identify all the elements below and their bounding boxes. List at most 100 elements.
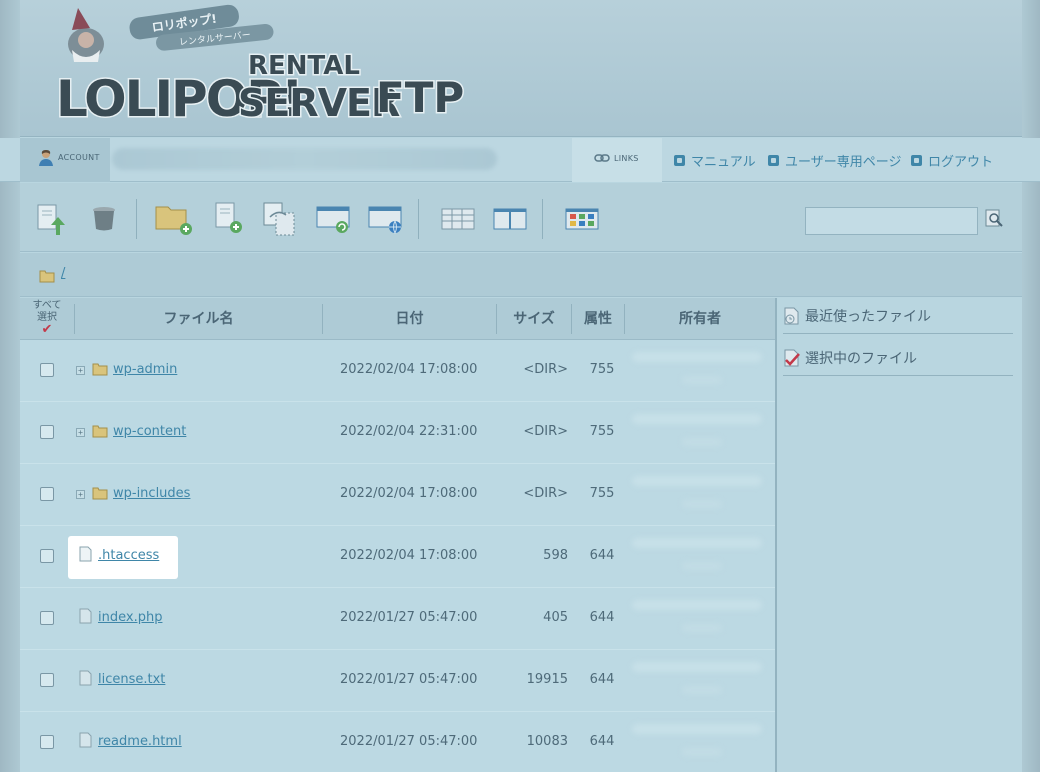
file-size: <DIR> [523, 486, 568, 501]
row-checkbox[interactable] [40, 735, 54, 749]
select-all-label: すべて 選択 [32, 300, 62, 323]
folder-icon [92, 425, 108, 438]
file-owner-redacted [632, 532, 772, 582]
user-page-link-label: ユーザー専用ページ [785, 155, 902, 170]
file-attr[interactable]: 644 [582, 734, 622, 749]
file-date: 2022/02/04 17:08:00 [340, 362, 478, 377]
checkmark-icon: ✔ [41, 322, 53, 337]
selected-files-item[interactable]: 選択中のファイル [783, 340, 1013, 376]
copy-icon[interactable] [262, 201, 298, 237]
column-header-owner[interactable]: 所有者 [625, 298, 775, 340]
file-icon [79, 546, 92, 562]
new-file-icon[interactable] [212, 201, 248, 237]
file-name-link[interactable]: wp-admin [113, 362, 177, 377]
file-attr[interactable]: 755 [582, 362, 622, 377]
recent-file-icon [784, 307, 799, 324]
toolbar-separator [136, 199, 137, 239]
move-icon[interactable] [316, 201, 352, 237]
table-row[interactable]: license.txt 2022/01/27 05:47:00 19915 64… [20, 650, 775, 712]
file-name-link[interactable]: license.txt [98, 672, 165, 687]
file-size: <DIR> [523, 424, 568, 439]
file-name-link[interactable]: .htaccess [98, 548, 159, 563]
table-row[interactable]: index.php 2022/01/27 05:47:00 405 644 [20, 588, 775, 650]
file-owner-redacted [632, 408, 772, 458]
row-checkbox[interactable] [40, 611, 54, 625]
column-header-size[interactable]: サイズ [497, 298, 571, 340]
account-label: ACCOUNT [58, 153, 100, 162]
account-bar: ACCOUNT LINKS マニュアル ユーザー専用ページ ログアウト [0, 138, 1040, 182]
file-icon [79, 608, 92, 624]
expand-icon[interactable]: + [76, 490, 85, 499]
table-row[interactable]: + wp-admin 2022/02/04 17:08:00 <DIR> 755 [20, 340, 775, 402]
recent-files-label: 最近使ったファイル [805, 308, 931, 325]
column-header-attr[interactable]: 属性 [572, 298, 624, 340]
upload-icon[interactable] [34, 201, 70, 237]
file-owner-redacted [632, 594, 772, 644]
expand-icon[interactable]: + [76, 428, 85, 437]
file-icon [79, 670, 92, 686]
trash-icon[interactable] [86, 201, 122, 237]
file-date: 2022/02/04 17:08:00 [340, 486, 478, 501]
file-attr[interactable]: 644 [582, 548, 622, 563]
file-owner-redacted [632, 470, 772, 520]
file-size: 598 [543, 548, 568, 563]
link-icon [594, 154, 610, 162]
row-checkbox[interactable] [40, 673, 54, 687]
column-header-date[interactable]: 日付 [323, 298, 496, 340]
row-checkbox[interactable] [40, 487, 54, 501]
new-folder-icon[interactable] [154, 201, 194, 237]
web-open-icon[interactable] [368, 201, 404, 237]
user-page-link[interactable]: ユーザー専用ページ [768, 151, 901, 170]
row-checkbox[interactable] [40, 425, 54, 439]
split-view-icon[interactable] [492, 201, 528, 237]
file-attr[interactable]: 755 [582, 486, 622, 501]
file-date: 2022/02/04 17:08:00 [340, 548, 478, 563]
logout-link-label: ログアウト [928, 155, 994, 170]
links-label: LINKS [614, 154, 639, 163]
side-panel: 最近使ったファイル 選択中のファイル [777, 298, 1022, 772]
svg-text:RENTAL: RENTAL [248, 51, 360, 81]
toolbar-separator [542, 199, 543, 239]
search-input[interactable] [805, 207, 978, 235]
folder-icon [92, 487, 108, 500]
row-checkbox[interactable] [40, 363, 54, 377]
file-name-link[interactable]: readme.html [98, 734, 182, 749]
folder-icon [92, 363, 108, 376]
expand-icon[interactable]: + [76, 366, 85, 375]
table-row[interactable]: + wp-includes 2022/02/04 17:08:00 <DIR> … [20, 464, 775, 526]
breadcrumb: / [20, 253, 1022, 297]
user-icon [39, 150, 53, 166]
right-gutter [1022, 0, 1040, 772]
file-attr[interactable]: 755 [582, 424, 622, 439]
select-all[interactable]: すべて 選択 ✔ [30, 300, 64, 336]
folder-icon [39, 270, 55, 283]
list-view-icon[interactable] [440, 201, 476, 237]
file-owner-redacted [632, 718, 772, 768]
file-name-link[interactable]: wp-includes [113, 486, 190, 501]
file-size: <DIR> [523, 362, 568, 377]
manual-link-label: マニュアル [691, 155, 756, 170]
search-icon[interactable] [985, 209, 1005, 229]
recent-files-item[interactable]: 最近使ったファイル [783, 298, 1013, 334]
grid-view-icon[interactable] [564, 201, 600, 237]
breadcrumb-path[interactable]: / [61, 266, 65, 281]
toolbar [20, 183, 1022, 252]
file-name-link[interactable]: index.php [98, 610, 162, 625]
column-header-name[interactable]: ファイル名 [75, 298, 322, 340]
file-owner-redacted [632, 346, 772, 396]
table-row[interactable]: readme.html 2022/01/27 05:47:00 10083 64… [20, 712, 775, 772]
table-row[interactable]: + wp-content 2022/02/04 22:31:00 <DIR> 7… [20, 402, 775, 464]
file-date: 2022/02/04 22:31:00 [340, 424, 478, 439]
file-date: 2022/01/27 05:47:00 [340, 672, 478, 687]
file-attr[interactable]: 644 [582, 672, 622, 687]
ftp-page: ロリポップ! レンタルサーバー LOLIPOP! RENTAL SERVER F… [20, 0, 1022, 772]
table-row[interactable]: .htaccess 2022/02/04 17:08:00 598 644 [20, 526, 775, 588]
selected-file-icon [784, 349, 800, 366]
manual-link[interactable]: マニュアル [674, 151, 756, 170]
logout-link[interactable]: ログアウト [911, 151, 993, 170]
lolipop-logo: ロリポップ! レンタルサーバー LOLIPOP! RENTAL SERVER F… [55, 4, 466, 130]
file-name-link[interactable]: wp-content [113, 424, 186, 439]
file-attr[interactable]: 644 [582, 610, 622, 625]
row-checkbox[interactable] [40, 549, 54, 563]
selected-files-label: 選択中のファイル [805, 350, 917, 367]
